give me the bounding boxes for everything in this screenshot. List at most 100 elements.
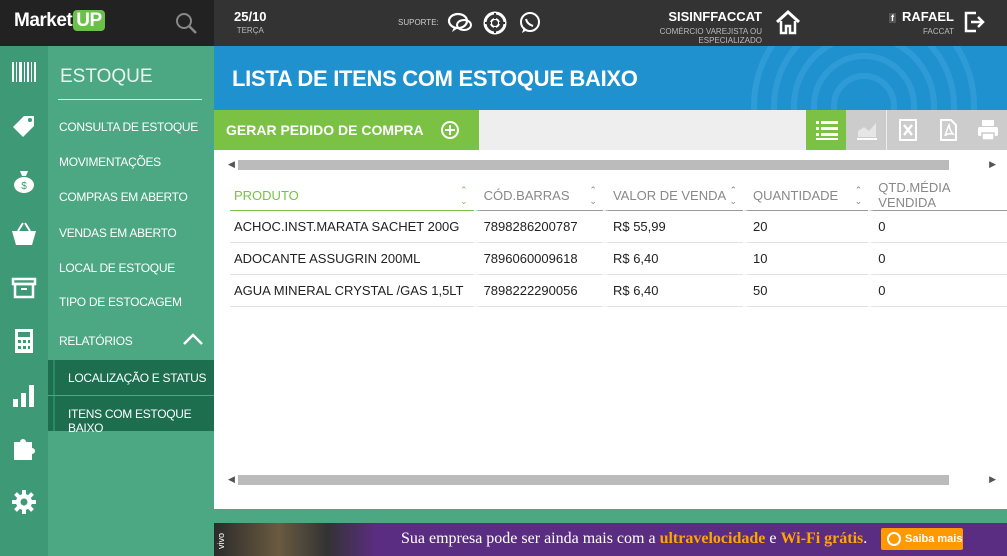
- company-segment: COMÉRCIO VAREJISTA OU ESPECIALIZADO: [659, 27, 762, 45]
- chevron-up-icon[interactable]: [182, 332, 204, 346]
- banner-highlight-speed: ultravelocidade: [659, 530, 766, 547]
- chart-view-button[interactable]: [846, 110, 886, 150]
- sidebar-item-movimentacoes[interactable]: MOVIMENTAÇÕES: [59, 155, 161, 169]
- sidebar-item-relatorios[interactable]: RELATÓRIOS: [59, 334, 133, 348]
- money-bag-icon[interactable]: $: [10, 167, 38, 195]
- table-row[interactable]: ADOCANTE ASSUGRIN 200ML 7896060009618 R$…: [230, 243, 1007, 275]
- learn-more-button[interactable]: Saiba mais: [881, 528, 963, 550]
- bar-chart-icon[interactable]: [10, 381, 38, 409]
- cell-produto: ACHOC.INST.MARATA SACHET 200G: [230, 211, 474, 243]
- scrollbar-thumb[interactable]: [238, 475, 949, 485]
- sort-icon: ⌃ ⌄: [729, 185, 737, 206]
- column-header-label: VALOR DE VENDA: [612, 187, 727, 203]
- top-bar: Market UP 25/10 TERÇA SUPORTE: SISINFFACC…: [0, 0, 1007, 46]
- column-header-qtd-media-vendida[interactable]: QTD.MÉDIA VENDIDA: [868, 180, 1007, 211]
- help-lifebuoy-icon[interactable]: [482, 10, 508, 36]
- weekday: TERÇA: [236, 26, 264, 35]
- horizontal-scrollbar-bottom[interactable]: ◀ ▶: [224, 473, 1002, 487]
- low-stock-table: PRODUTO ⌃ ⌄ CÓD.BARRAS ⌃ ⌄ VALOR DE VENDA ⌃ ⌄ …: [230, 180, 1007, 307]
- chat-icon[interactable]: [447, 10, 473, 36]
- sidebar-title: ESTOQUE: [60, 66, 153, 87]
- logo-badge: UP: [73, 10, 105, 31]
- sidebar-subitem-localizacao-status[interactable]: LOCALIZAÇÃO E STATUS: [48, 360, 214, 395]
- sort-icon: ⌃ ⌄: [460, 185, 468, 206]
- sidebar: ESTOQUE CONSULTA DE ESTOQUE MOVIMENTAÇÕE…: [48, 46, 214, 556]
- date-display: 25/10 TERÇA: [234, 9, 267, 35]
- generate-purchase-order-button[interactable]: GERAR PEDIDO DE COMPRA: [214, 110, 479, 150]
- banner-text-c: .: [863, 530, 868, 547]
- sidebar-subitem-label: ITENS COM ESTOQUE BAIXO: [68, 407, 192, 435]
- logout-icon[interactable]: [962, 10, 986, 34]
- excel-export-button[interactable]: [887, 110, 927, 150]
- gear-icon[interactable]: [10, 488, 38, 516]
- cell-quantidade: 50: [743, 275, 869, 307]
- home-icon[interactable]: [774, 9, 802, 35]
- scrollbar-thumb[interactable]: [238, 160, 949, 170]
- column-header-cod-barras[interactable]: CÓD.BARRAS ⌃ ⌄: [473, 180, 603, 211]
- column-header-produto[interactable]: PRODUTO ⌃ ⌄: [230, 180, 474, 211]
- banner-photo: [214, 523, 376, 556]
- cell-valor-venda: R$ 6,40: [602, 275, 743, 307]
- table-row[interactable]: AGUA MINERAL CRYSTAL /GAS 1,5LT 78982222…: [230, 275, 1007, 307]
- advertisement-banner[interactable]: vivo Sua empresa pode ser ainda mais com…: [214, 523, 1007, 556]
- archive-box-icon[interactable]: [10, 274, 38, 302]
- print-icon: [978, 120, 998, 141]
- banner-brand: vivo: [216, 532, 226, 549]
- sidebar-subitem-label: LOCALIZAÇÃO E STATUS: [68, 371, 207, 385]
- company-info: SISINFFACCAT COMÉRCIO VAREJISTA OU ESPEC…: [606, 9, 762, 45]
- fingerprint-watermark-icon: [751, 46, 977, 110]
- generate-button-label: GERAR PEDIDO DE COMPRA: [226, 122, 424, 138]
- column-header-label: QUANTIDADE: [753, 187, 839, 203]
- user-info[interactable]: f RAFAEL FACCAT: [860, 9, 954, 36]
- cell-quantidade: 20: [743, 211, 869, 243]
- cell-qtd-media-vendida: 0: [868, 211, 1007, 243]
- banner-text-b: e: [765, 530, 781, 547]
- list-view-button[interactable]: [806, 110, 846, 150]
- column-header-quantidade[interactable]: QUANTIDADE ⌃ ⌄: [743, 180, 869, 211]
- sidebar-item-tipo-estocagem[interactable]: TIPO DE ESTOCAGEM: [59, 295, 182, 309]
- sidebar-item-vendas-aberto[interactable]: VENDAS EM ABERTO: [59, 226, 177, 240]
- table-header-row: PRODUTO ⌃ ⌄ CÓD.BARRAS ⌃ ⌄ VALOR DE VENDA ⌃ ⌄ …: [230, 180, 1007, 211]
- user-org: FACCAT: [923, 27, 954, 36]
- list-view-icon: [816, 121, 838, 140]
- sidebar-item-consulta-estoque[interactable]: CONSULTA DE ESTOQUE: [59, 120, 198, 134]
- puzzle-icon[interactable]: [10, 434, 38, 462]
- scroll-right-arrow-icon[interactable]: ▶: [989, 159, 996, 170]
- logo-area: Market UP: [0, 0, 214, 46]
- barcode-icon[interactable]: [10, 58, 38, 86]
- sidebar-item-local-estoque[interactable]: LOCAL DE ESTOQUE: [59, 261, 175, 275]
- scroll-left-arrow-icon[interactable]: ◀: [228, 159, 235, 170]
- facebook-icon: f: [889, 12, 896, 23]
- horizontal-scrollbar-top[interactable]: ◀ ▶: [224, 158, 1002, 172]
- whatsapp-icon[interactable]: [517, 10, 543, 36]
- page-header: LISTA DE ITENS COM ESTOQUE BAIXO: [214, 46, 1007, 110]
- sidebar-item-compras-aberto[interactable]: COMPRAS EM ABERTO: [59, 190, 188, 204]
- sort-icon: ⌃ ⌄: [589, 185, 597, 206]
- table-row[interactable]: ACHOC.INST.MARATA SACHET 200G 7898286200…: [230, 211, 1007, 243]
- banner-text: Sua empresa pode ser ainda mais com a ul…: [401, 530, 867, 548]
- scroll-left-arrow-icon[interactable]: ◀: [228, 474, 235, 485]
- cell-valor-venda: R$ 6,40: [602, 243, 743, 275]
- logo[interactable]: Market UP: [14, 10, 105, 32]
- calculator-icon[interactable]: [10, 327, 38, 355]
- excel-export-icon: [899, 119, 917, 141]
- basket-icon[interactable]: [10, 220, 38, 248]
- pagination-bar: [214, 509, 1007, 523]
- search-icon[interactable]: [174, 11, 198, 35]
- plus-circle-icon: [441, 121, 459, 139]
- scroll-right-arrow-icon[interactable]: ▶: [989, 474, 996, 485]
- sidebar-subitem-itens-estoque-baixo[interactable]: ITENS COM ESTOQUE BAIXO: [48, 396, 214, 435]
- cell-cod-barras: 7898222290056: [473, 275, 603, 307]
- page-title: LISTA DE ITENS COM ESTOQUE BAIXO: [232, 66, 638, 91]
- learn-more-label: Saiba mais: [905, 533, 963, 545]
- chart-view-icon: [857, 123, 877, 140]
- sort-icon: ⌃ ⌄: [854, 185, 863, 206]
- cell-cod-barras: 7898286200787: [473, 211, 603, 243]
- date-value: 25/10: [234, 9, 267, 24]
- pdf-export-button[interactable]: [927, 110, 967, 150]
- column-header-valor-venda[interactable]: VALOR DE VENDA ⌃ ⌄: [602, 180, 743, 211]
- print-button[interactable]: [967, 110, 1007, 150]
- tag-icon[interactable]: [10, 112, 38, 140]
- cell-produto: ADOCANTE ASSUGRIN 200ML: [230, 243, 474, 275]
- column-header-label: QTD.MÉDIA VENDIDA: [878, 180, 950, 210]
